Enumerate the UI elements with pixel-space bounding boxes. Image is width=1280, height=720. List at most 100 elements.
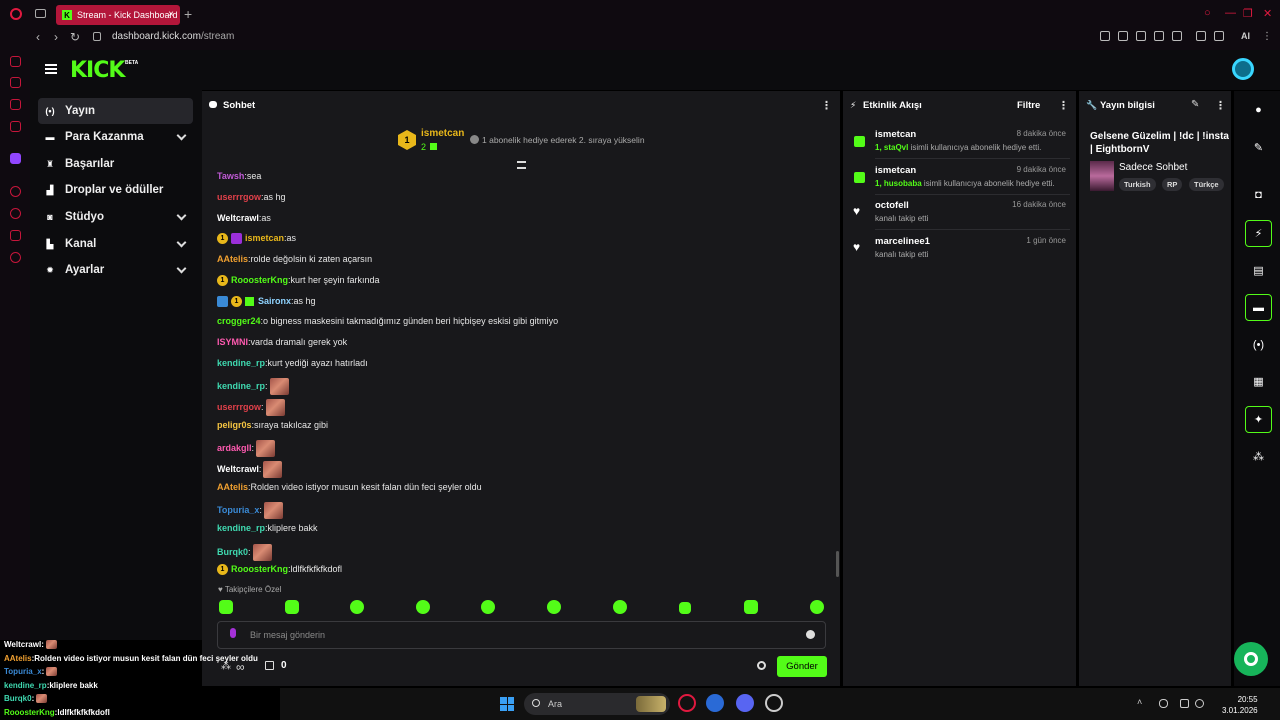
- chat-message[interactable]: 1 RooosterKng: kurt her şeyin farkında: [217, 273, 380, 287]
- chat-message[interactable]: kendine_rp: kliplere bakk: [217, 521, 318, 535]
- address-bar[interactable]: dashboard.kick.com/stream: [112, 31, 234, 42]
- stream-category[interactable]: Sadece Sohbet: [1119, 162, 1187, 173]
- quick-emote[interactable]: [481, 600, 495, 614]
- emoji-icon[interactable]: [806, 630, 815, 639]
- chat-settings-icon[interactable]: [757, 661, 766, 670]
- chat-message[interactable]: Tawsh: sea: [217, 169, 261, 183]
- close-window-button[interactable]: ✕: [1263, 7, 1272, 20]
- opera-logo-icon[interactable]: [10, 8, 22, 20]
- activity-user[interactable]: octofell: [875, 200, 909, 211]
- chat-username[interactable]: userrrgow: [217, 192, 261, 202]
- quick-emote[interactable]: [744, 600, 758, 614]
- emote-image[interactable]: [256, 439, 276, 457]
- browser-tab[interactable]: K Stream - Kick Dashboard ×: [56, 5, 180, 25]
- info-icon[interactable]: ●: [1245, 96, 1272, 123]
- emote-image[interactable]: [252, 543, 272, 561]
- volume-icon[interactable]: [1195, 699, 1204, 708]
- clock[interactable]: 20:55 3.01.2026: [1222, 694, 1258, 716]
- chat-username[interactable]: Topuria_x: [217, 505, 259, 515]
- back-button[interactable]: ‹: [36, 30, 40, 44]
- chat-username[interactable]: Saironx: [258, 296, 291, 306]
- aria-icon[interactable]: [10, 56, 21, 67]
- chat-username[interactable]: userrrgow: [217, 402, 261, 412]
- chat-username[interactable]: AAtelis: [217, 482, 248, 492]
- quick-emote[interactable]: [416, 600, 430, 614]
- chat-message[interactable]: userrrgow:: [217, 397, 285, 417]
- chat-message[interactable]: crogger24: o bigness maskesini takmadığı…: [217, 314, 558, 328]
- quick-emote[interactable]: [285, 600, 299, 614]
- ai-button[interactable]: AI: [1241, 31, 1250, 41]
- activity-user[interactable]: ismetcan: [875, 165, 916, 176]
- chat-username[interactable]: Burqk0: [217, 547, 248, 557]
- activity-menu-icon[interactable]: ⋮: [1058, 99, 1069, 112]
- chat-username[interactable]: Tawsh: [217, 171, 244, 181]
- chat-username[interactable]: ISYMNI: [217, 337, 248, 347]
- chat-message[interactable]: Weltcrawl:: [217, 459, 283, 479]
- quick-emote[interactable]: [613, 600, 627, 614]
- chat-message[interactable]: 1 Saironx: as hg: [217, 294, 316, 308]
- opera-app-icon[interactable]: [678, 694, 696, 712]
- chat-message[interactable]: kendine_rp:: [217, 376, 289, 396]
- camera-icon[interactable]: ◘: [1245, 181, 1272, 208]
- chat-message[interactable]: 1 ismetcan: as: [217, 231, 296, 245]
- bookmark-icon[interactable]: [1100, 31, 1110, 41]
- hamburger-menu-icon[interactable]: [45, 64, 57, 74]
- wrench-icon[interactable]: ✦: [1245, 406, 1272, 433]
- sidebar-item-basarilar[interactable]: ♜ Başarılar: [38, 151, 193, 177]
- sidebar-item-para-kazanma[interactable]: ▬ Para Kazanma: [38, 124, 193, 150]
- chat-username[interactable]: kendine_rp: [217, 523, 265, 533]
- quick-emote[interactable]: [679, 602, 691, 614]
- chat-message[interactable]: AAtelis: rolde değolsin ki zaten açarsın: [217, 252, 372, 266]
- quick-emote[interactable]: [810, 600, 824, 614]
- broadcast-icon[interactable]: (•): [1245, 331, 1272, 358]
- followers-only-label[interactable]: ♥ Takipçilere Özel: [218, 585, 281, 594]
- activity-user[interactable]: ismetcan: [875, 129, 916, 140]
- chat-username[interactable]: RooosterKng: [231, 275, 288, 285]
- emote-image[interactable]: [263, 501, 283, 519]
- sidebar-item-yayin[interactable]: (•) Yayın: [38, 98, 193, 124]
- chat-scrollbar[interactable]: [836, 551, 839, 577]
- mic-tray-icon[interactable]: [1159, 699, 1168, 708]
- chat-username[interactable]: kendine_rp: [217, 381, 265, 391]
- chat-message[interactable]: Weltcrawl: as: [217, 211, 271, 225]
- search-tabs-icon[interactable]: ○: [1204, 7, 1211, 19]
- chat-username[interactable]: ismetcan: [245, 233, 284, 243]
- chat-username[interactable]: RooosterKng: [231, 564, 288, 574]
- twitch-icon[interactable]: [10, 153, 21, 164]
- reload-button[interactable]: ↻: [70, 30, 80, 44]
- emote-image[interactable]: [269, 377, 289, 395]
- box-icon[interactable]: [1196, 31, 1206, 41]
- chat-message[interactable]: kendine_rp: kurt yediği ayazı hatırladı: [217, 356, 368, 370]
- chat-message[interactable]: ISYMNI: varda dramalı gerek yok: [217, 335, 347, 349]
- windows-start-icon[interactable]: [500, 697, 514, 711]
- chat-icon[interactable]: ▬: [1245, 294, 1272, 321]
- network-app-icon[interactable]: [706, 694, 724, 712]
- apps-icon[interactable]: ⁂: [1245, 443, 1272, 470]
- chat-username[interactable]: AAtelis: [217, 254, 248, 264]
- notes-icon[interactable]: ▤: [1245, 257, 1272, 284]
- sidebar-item-droplar[interactable]: ▟ Droplar ve ödüller: [38, 177, 193, 203]
- menu-icon[interactable]: ⋮: [1262, 31, 1272, 42]
- chat-message[interactable]: 1 RooosterKng: ldlfkfkfkfkdofl: [217, 562, 342, 576]
- sidebar-item-kanal[interactable]: ▙ Kanal: [38, 231, 193, 257]
- pencil-icon[interactable]: ✎: [1245, 134, 1272, 161]
- messenger-icon[interactable]: [10, 99, 21, 110]
- activity-item[interactable]: ♥ octofell 16 dakika önce kanalı takip etti: [850, 200, 1070, 234]
- lightning-icon[interactable]: ⚡: [1245, 220, 1272, 247]
- discord-app-icon[interactable]: [736, 694, 754, 712]
- download-icon[interactable]: [1214, 31, 1224, 41]
- chat-username[interactable]: Weltcrawl: [217, 464, 259, 474]
- chat-message[interactable]: peligr0s: sıraya takılcaz gibi: [217, 418, 328, 432]
- chat-message[interactable]: Burqk0:: [217, 542, 272, 562]
- play-icon[interactable]: [1154, 31, 1164, 41]
- layout-icon[interactable]: ▦: [1245, 368, 1272, 395]
- send-button[interactable]: Gönder: [777, 656, 827, 677]
- avatar[interactable]: [1232, 58, 1254, 80]
- chat-username[interactable]: crogger24: [217, 316, 261, 326]
- extensions-icon[interactable]: [10, 230, 21, 241]
- emote-image[interactable]: [265, 398, 285, 416]
- quick-emote[interactable]: [350, 600, 364, 614]
- chat-message[interactable]: userrrgow: as hg: [217, 190, 286, 204]
- filter-button[interactable]: Filtre: [1017, 100, 1040, 111]
- activity-item[interactable]: ismetcan 9 dakika önce 1, husobaba isimli …: [850, 165, 1070, 199]
